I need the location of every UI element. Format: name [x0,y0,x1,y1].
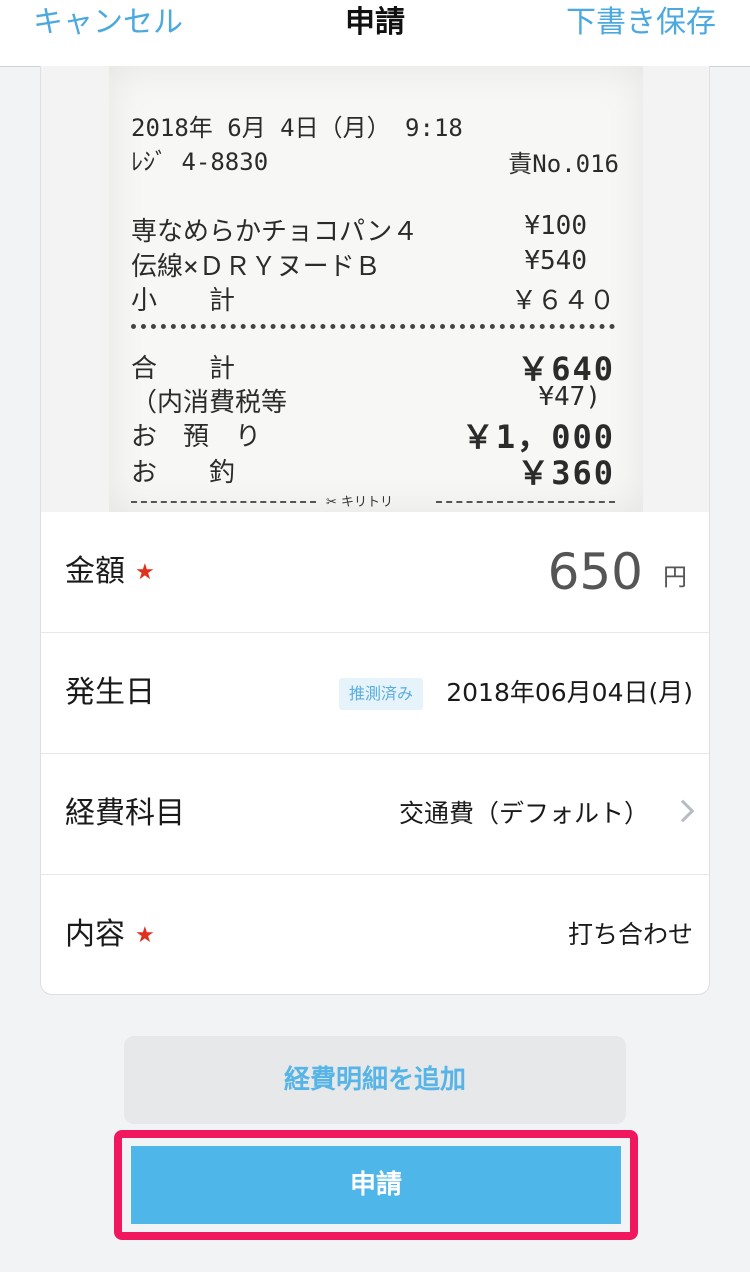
receipt-item-name: 伝線×ＤＲＹヌードＢ [131,252,381,282]
cancel-button[interactable]: キャンセル [33,0,183,46]
estimated-badge: 推測済み [338,678,423,710]
receipt-deposit-label: お 預 り [131,422,262,452]
receipt-number: 責No.016 [508,150,619,178]
content-value[interactable]: 打ち合わせ [568,875,693,994]
receipt-total-label: 合 計 [131,354,236,384]
required-star-icon: ★ [135,560,155,585]
date-label: 発生日 [65,675,155,710]
add-expense-detail-button[interactable]: 経費明細を追加 [124,1036,626,1124]
content-row[interactable]: 内容 ★ 打ち合わせ [41,875,709,994]
amount-unit: 円 [663,563,687,591]
navigation-bar: キャンセル 申請 下書き保存 [0,0,750,67]
receipt-paper: 2018年 6月 4日（月） 9:18 ﾚｼﾞ 4-8830 責No.016 専… [109,66,643,512]
expense-card: 2018年 6月 4日（月） 9:18 ﾚｼﾞ 4-8830 責No.016 専… [40,66,710,995]
receipt-change-label: お 釣 [131,458,236,488]
receipt-tax-label: （内消費税等 [131,388,288,418]
chevron-right-icon[interactable] [671,799,695,823]
page-title: 申請 [345,5,405,40]
category-row[interactable]: 経費科目 交通費（デフォルト） [41,754,709,875]
category-label: 経費科目 [65,796,185,831]
receipt-subtotal-label: 小 計 [131,286,236,316]
cut-dash-right [436,501,615,503]
receipt-date: 2018年 6月 4日（月） 9:18 [131,114,463,142]
amount-label-wrap: 金額 ★ [65,512,155,632]
amount-value[interactable]: 650 [548,512,643,632]
date-value[interactable]: 2018年06月04日(月) [446,633,693,753]
receipt-item-price: ¥100 [524,211,587,241]
receipt-cut-line: ✂ キリトリ [131,494,615,510]
scissors-icon: ✂ キリトリ [326,495,394,510]
submit-button[interactable]: 申請 [131,1146,621,1224]
cut-dash-left [131,501,316,503]
amount-label: 金額 [65,554,125,589]
receipt-item-name: 専なめらかチョコパン４ [131,217,419,247]
receipt-subtotal-value: ￥６４０ [510,286,615,316]
category-value[interactable]: 交通費（デフォルト） [399,754,649,874]
date-row[interactable]: 発生日 推測済み 2018年06月04日(月) [41,633,709,754]
receipt-image[interactable]: 2018年 6月 4日（月） 9:18 ﾚｼﾞ 4-8830 責No.016 専… [41,66,709,512]
amount-row[interactable]: 金額 ★ 650 円 [41,512,709,633]
receipt-divider [131,324,615,329]
content-label-wrap: 内容 ★ [65,875,155,994]
required-star-icon: ★ [135,923,155,948]
receipt-change-value: ￥360 [517,454,615,492]
receipt-register: ﾚｼﾞ 4-8830 [131,148,269,176]
receipt-item-price: ¥540 [524,246,587,276]
content-label: 内容 [65,917,125,952]
receipt-tax-value: ¥47) [538,382,601,412]
save-draft-button[interactable]: 下書き保存 [566,0,716,46]
